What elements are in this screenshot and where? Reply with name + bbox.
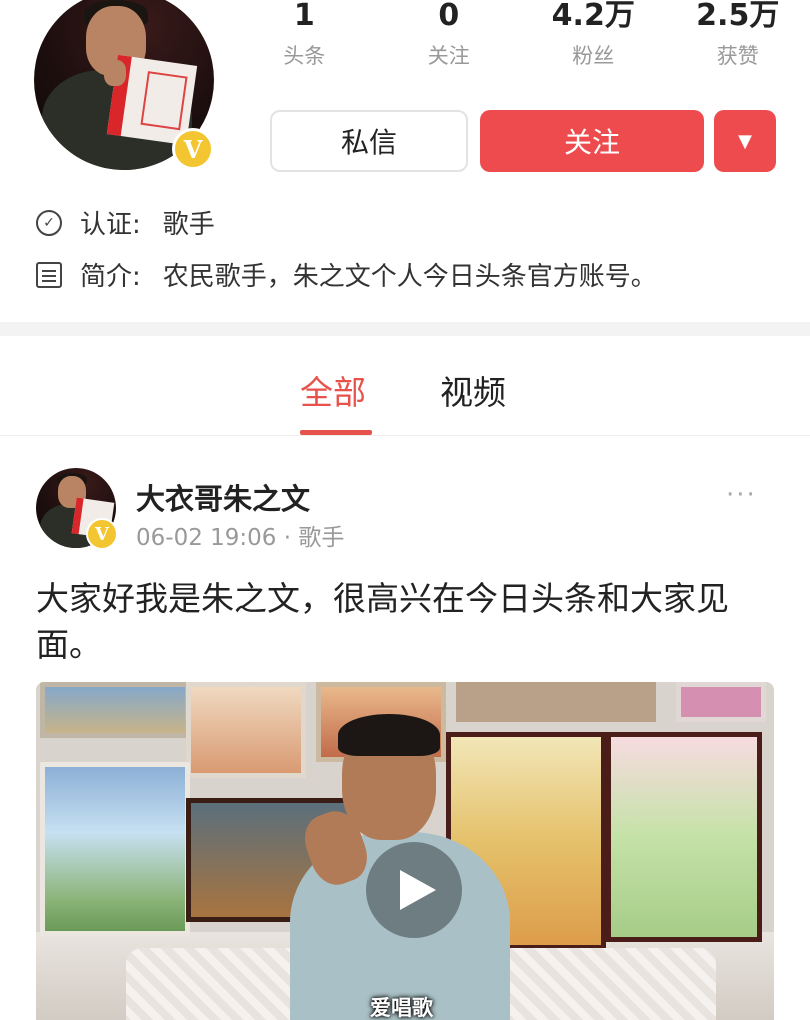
stat-value: 2.5万 bbox=[696, 0, 780, 33]
intro-row: 简介: 农民歌手，朱之文个人今日头条官方账号。 bbox=[36, 256, 657, 293]
post-author-name[interactable]: 大衣哥朱之文 bbox=[136, 476, 310, 518]
verified-check-icon: ✓ bbox=[36, 209, 62, 236]
more-options-icon[interactable]: ··· bbox=[726, 480, 757, 510]
profile-avatar[interactable]: V bbox=[34, 0, 214, 170]
section-divider bbox=[0, 322, 810, 336]
stat-value: 4.2万 bbox=[551, 0, 635, 33]
play-icon[interactable] bbox=[366, 842, 462, 938]
follow-options-button[interactable]: ▼ bbox=[714, 110, 776, 172]
document-icon bbox=[36, 261, 62, 288]
intro-label: 简介: bbox=[80, 262, 141, 292]
stat-posts[interactable]: 1 头条 bbox=[232, 0, 377, 74]
stat-value: 1 bbox=[293, 0, 315, 33]
intro-value: 农民歌手，朱之文个人今日头条官方账号。 bbox=[162, 262, 657, 292]
content-tabs: 全部 视频 bbox=[0, 336, 810, 436]
stat-label: 头条 bbox=[283, 44, 326, 68]
stat-followers[interactable]: 4.2万 粉丝 bbox=[521, 0, 666, 74]
meta-separator: · bbox=[276, 525, 299, 551]
stat-following[interactable]: 0 关注 bbox=[377, 0, 522, 74]
verification-label: 认证: bbox=[80, 210, 141, 240]
post-category: 歌手 bbox=[298, 525, 345, 551]
verification-value: 歌手 bbox=[162, 210, 215, 240]
tab-all[interactable]: 全部 bbox=[300, 366, 366, 414]
verified-badge-icon: V bbox=[86, 518, 118, 550]
verification-row: ✓ 认证: 歌手 bbox=[36, 204, 215, 241]
post-timestamp: 06-02 19:06 bbox=[136, 525, 277, 551]
stat-label: 获赞 bbox=[716, 44, 759, 68]
post-author-avatar[interactable]: V bbox=[36, 468, 118, 550]
stat-label: 粉丝 bbox=[572, 44, 615, 68]
video-thumbnail[interactable] bbox=[36, 682, 774, 1020]
stat-label: 关注 bbox=[427, 44, 470, 68]
follow-button[interactable]: 关注 bbox=[480, 110, 704, 172]
post-meta: 06-02 19:06 · 歌手 bbox=[136, 518, 344, 552]
message-button[interactable]: 私信 bbox=[270, 110, 468, 172]
verified-badge-icon: V bbox=[172, 128, 214, 170]
stat-value: 0 bbox=[438, 0, 460, 33]
profile-stats: 1 头条 0 关注 4.2万 粉丝 2.5万 获赞 bbox=[232, 0, 810, 74]
caret-down-icon: ▼ bbox=[738, 130, 752, 152]
profile-header: V 1 头条 0 关注 4.2万 粉丝 2.5万 获赞 私信 关注 ▼ ✓ 认证… bbox=[0, 0, 810, 322]
stat-likes[interactable]: 2.5万 获赞 bbox=[666, 0, 810, 74]
tab-video[interactable]: 视频 bbox=[440, 366, 506, 414]
active-tab-indicator bbox=[300, 430, 372, 435]
post-text[interactable]: 大家好我是朱之文，很高兴在今日头条和大家见面。 bbox=[36, 576, 776, 668]
watermark: 爱唱歌 bbox=[370, 996, 433, 1020]
